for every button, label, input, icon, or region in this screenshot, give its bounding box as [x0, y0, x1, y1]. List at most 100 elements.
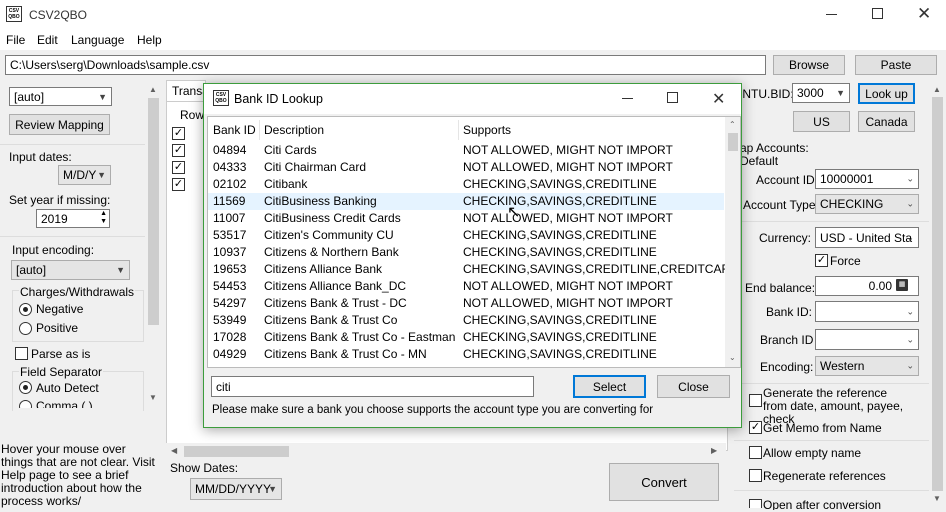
intu-bid-combo[interactable]: 3000 ▼: [792, 83, 850, 103]
set-year-label: Set year if missing:: [9, 193, 111, 207]
menu-file[interactable]: File: [6, 33, 25, 47]
list-item[interactable]: 11007 CitiBusiness Credit Cards NOT ALLOWE…: [208, 210, 724, 227]
list-item[interactable]: 02102 Citibank CHECKING,SAVINGS,CREDITLINE: [208, 176, 724, 193]
negative-radio[interactable]: [19, 303, 32, 316]
scroll-down-icon[interactable]: ▼: [149, 393, 157, 402]
description-cell: Citi Chairman Card: [264, 160, 367, 174]
select-button[interactable]: Select: [573, 375, 646, 398]
list-item[interactable]: 04333 Citi Chairman Card NOT ALLOWED, MIGH…: [208, 159, 724, 176]
close-icon[interactable]: ✕: [712, 89, 725, 109]
maximize-icon[interactable]: [872, 8, 883, 19]
scroll-up-icon[interactable]: ⌃: [729, 120, 736, 129]
supports-cell: CHECKING,SAVINGS,CREDITLINE: [463, 228, 657, 242]
open-after-label: Open after conversion: [763, 498, 882, 510]
auto-detect-radio[interactable]: [19, 381, 32, 394]
scroll-up-icon[interactable]: ▲: [933, 85, 941, 94]
year-spinner[interactable]: 2019 ▲ ▼: [36, 209, 110, 228]
list-item[interactable]: 10937 Citizens & Northern Bank CHECKING,SA…: [208, 244, 724, 261]
input-dates-combo[interactable]: M/D/Y ▼: [58, 165, 111, 185]
currency-combo[interactable]: USD - United Sta ⌄: [815, 227, 919, 248]
supports-cell: NOT ALLOWED, MIGHT NOT IMPORT: [463, 143, 673, 157]
column-divider: [259, 120, 260, 140]
left-scrollbar[interactable]: ▲ ▼: [145, 80, 162, 410]
scroll-thumb[interactable]: [184, 446, 289, 457]
parse-as-is-checkbox[interactable]: [15, 347, 28, 360]
bank-id-combo[interactable]: ⌄: [815, 301, 919, 322]
description-cell: Citizen's Community CU: [264, 228, 394, 242]
positive-label: Positive: [36, 321, 79, 335]
browse-button[interactable]: Browse: [773, 55, 845, 75]
input-encoding-combo[interactable]: [auto] ▼: [11, 260, 130, 280]
encoding-combo[interactable]: Western ⌄: [815, 356, 919, 376]
canada-button[interactable]: Canada: [858, 111, 915, 132]
lookup-button[interactable]: Look up: [858, 83, 915, 104]
convert-button[interactable]: Convert: [609, 463, 719, 501]
list-item[interactable]: 04929 Citizens Bank & Trust Co - MN CHECKI…: [208, 346, 724, 363]
row-checkbox[interactable]: ✓: [172, 127, 185, 140]
menu-language[interactable]: Language: [71, 33, 124, 47]
list-item[interactable]: 11569 CitiBusiness Banking CHECKING,SAVING…: [208, 193, 724, 210]
column-header-description[interactable]: Description: [264, 123, 324, 137]
calculator-icon[interactable]: ▦: [896, 279, 908, 291]
show-dates-combo[interactable]: MM/DD/YYYY ▼: [190, 478, 282, 500]
list-item[interactable]: 17028 Citizens Bank & Trust Co - Eastman C…: [208, 329, 724, 346]
scroll-down-icon[interactable]: ▼: [933, 494, 941, 503]
open-after-checkbox[interactable]: [749, 499, 762, 508]
dialog-close-button[interactable]: Close: [657, 375, 730, 398]
list-item[interactable]: 19653 Citizens Alliance Bank CHECKING,SAVI…: [208, 261, 739, 278]
scroll-up-icon[interactable]: ▲: [149, 85, 157, 94]
list-item[interactable]: 54297 Citizens Bank & Trust - DC NOT ALLOW…: [208, 295, 724, 312]
horizontal-scrollbar[interactable]: ◀ ▶: [166, 443, 726, 459]
regenerate-checkbox[interactable]: [749, 469, 762, 482]
column-header-bank-id[interactable]: Bank ID: [213, 123, 256, 137]
menu-edit[interactable]: Edit: [37, 33, 58, 47]
row-checkbox[interactable]: ✓: [172, 144, 185, 157]
generate-ref-checkbox[interactable]: [749, 394, 762, 407]
list-item[interactable]: 54453 Citizens Alliance Bank_DC NOT ALLOWE…: [208, 278, 724, 295]
bank-search-input[interactable]: citi: [211, 376, 534, 397]
list-item[interactable]: 04894 Citi Cards NOT ALLOWED, MIGHT NOT IM…: [208, 142, 724, 159]
bank-list: Bank ID Description Supports 04894 Citi C…: [207, 116, 741, 368]
row-checkbox[interactable]: ✓: [172, 161, 185, 174]
right-scrollbar[interactable]: ▲ ▼: [929, 80, 946, 510]
spinner-arrows-icon[interactable]: ▲ ▼: [100, 210, 107, 226]
paste-button[interactable]: Paste: [855, 55, 937, 75]
allow-empty-checkbox[interactable]: [749, 446, 762, 459]
currency-label: Currency:: [759, 231, 812, 245]
get-memo-label: Get Memo from Name: [763, 421, 882, 435]
account-type-combo[interactable]: CHECKING ⌄: [815, 194, 919, 214]
scroll-thumb[interactable]: [728, 133, 738, 151]
minimize-icon[interactable]: [826, 14, 837, 15]
left-panel: [auto] ▼ Review Mapping Input dates: M/D/…: [0, 80, 162, 411]
scroll-thumb[interactable]: [148, 98, 159, 325]
force-checkbox[interactable]: ✓: [815, 254, 828, 267]
window-title: CSV2QBO: [29, 8, 88, 22]
input-dates-label: Input dates:: [9, 150, 72, 164]
mapping-combo[interactable]: [auto] ▼: [9, 87, 112, 106]
maximize-icon[interactable]: [667, 92, 678, 103]
column-header-supports[interactable]: Supports: [463, 123, 511, 137]
list-item[interactable]: 53949 Citizens Bank & Trust Co CHECKING,SA…: [208, 312, 724, 329]
description-cell: Citibank: [264, 177, 308, 191]
list-item[interactable]: 53517 Citizen's Community CU CHECKING,SAVI…: [208, 227, 724, 244]
row-header: Row: [180, 108, 205, 122]
account-id-combo[interactable]: 10000001 ⌄: [815, 169, 919, 189]
scroll-thumb[interactable]: [932, 97, 943, 491]
positive-radio[interactable]: [19, 322, 32, 335]
menu-help[interactable]: Help: [137, 33, 162, 47]
close-icon[interactable]: ✕: [917, 4, 931, 24]
scroll-down-icon[interactable]: ⌄: [729, 353, 736, 362]
scroll-left-icon[interactable]: ◀: [171, 446, 177, 455]
scroll-right-icon[interactable]: ▶: [711, 446, 717, 455]
description-cell: Citizens Alliance Bank: [264, 262, 383, 276]
list-scrollbar[interactable]: ⌃ ⌄: [725, 117, 740, 367]
get-memo-checkbox[interactable]: ✓: [749, 421, 762, 434]
minimize-icon[interactable]: [622, 98, 633, 99]
comma-radio[interactable]: [19, 400, 32, 408]
row-checkbox[interactable]: ✓: [172, 178, 185, 191]
branch-id-combo[interactable]: ⌄: [815, 329, 919, 350]
us-button[interactable]: US: [793, 111, 850, 132]
tab-transactions[interactable]: Transa: [166, 80, 209, 102]
review-mapping-button[interactable]: Review Mapping: [9, 114, 110, 135]
file-path-input[interactable]: C:\Users\serg\Downloads\sample.csv: [5, 55, 766, 75]
